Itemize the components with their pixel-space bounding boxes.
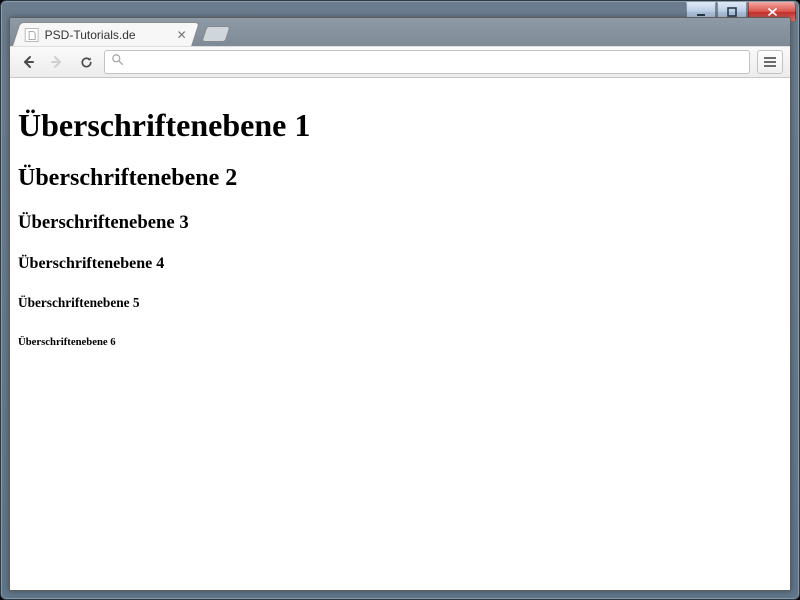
browser-window: PSD-Tutorials.de ✕ <box>9 17 791 591</box>
minimize-icon <box>696 7 706 17</box>
tab-title: PSD-Tutorials.de <box>45 28 171 42</box>
back-button[interactable] <box>17 51 39 73</box>
page-favicon-icon <box>25 28 39 42</box>
reload-icon <box>79 55 94 70</box>
new-tab-button[interactable] <box>201 26 230 42</box>
forward-button[interactable] <box>46 51 68 73</box>
heading-level-5: Überschriftenebene 5 <box>18 295 782 311</box>
heading-level-3: Überschriftenebene 3 <box>18 212 782 234</box>
tab-active[interactable]: PSD-Tutorials.de ✕ <box>12 22 200 46</box>
close-icon <box>767 7 778 17</box>
heading-level-4: Überschriftenebene 4 <box>18 255 782 273</box>
reload-button[interactable] <box>75 51 97 73</box>
browser-toolbar <box>10 46 790 78</box>
page-viewport[interactable]: Überschriftenebene 1 Überschriftenebene … <box>10 78 790 590</box>
maximize-icon <box>727 7 737 17</box>
address-bar[interactable] <box>104 50 750 74</box>
address-input[interactable] <box>130 55 743 70</box>
arrow-left-icon <box>20 54 36 70</box>
page-body: Überschriftenebene 1 Überschriftenebene … <box>10 78 790 381</box>
hamburger-icon <box>763 56 777 68</box>
tab-strip[interactable]: PSD-Tutorials.de ✕ <box>10 18 790 46</box>
os-window: PSD-Tutorials.de ✕ <box>0 0 800 600</box>
heading-level-1: Überschriftenebene 1 <box>18 107 782 144</box>
heading-level-2: Überschriftenebene 2 <box>18 165 782 192</box>
arrow-right-icon <box>49 54 65 70</box>
browser-menu-button[interactable] <box>757 50 783 74</box>
tab-close-button[interactable]: ✕ <box>177 29 187 41</box>
search-icon <box>111 53 124 71</box>
heading-level-6: Überschriftenebene 6 <box>18 336 782 348</box>
